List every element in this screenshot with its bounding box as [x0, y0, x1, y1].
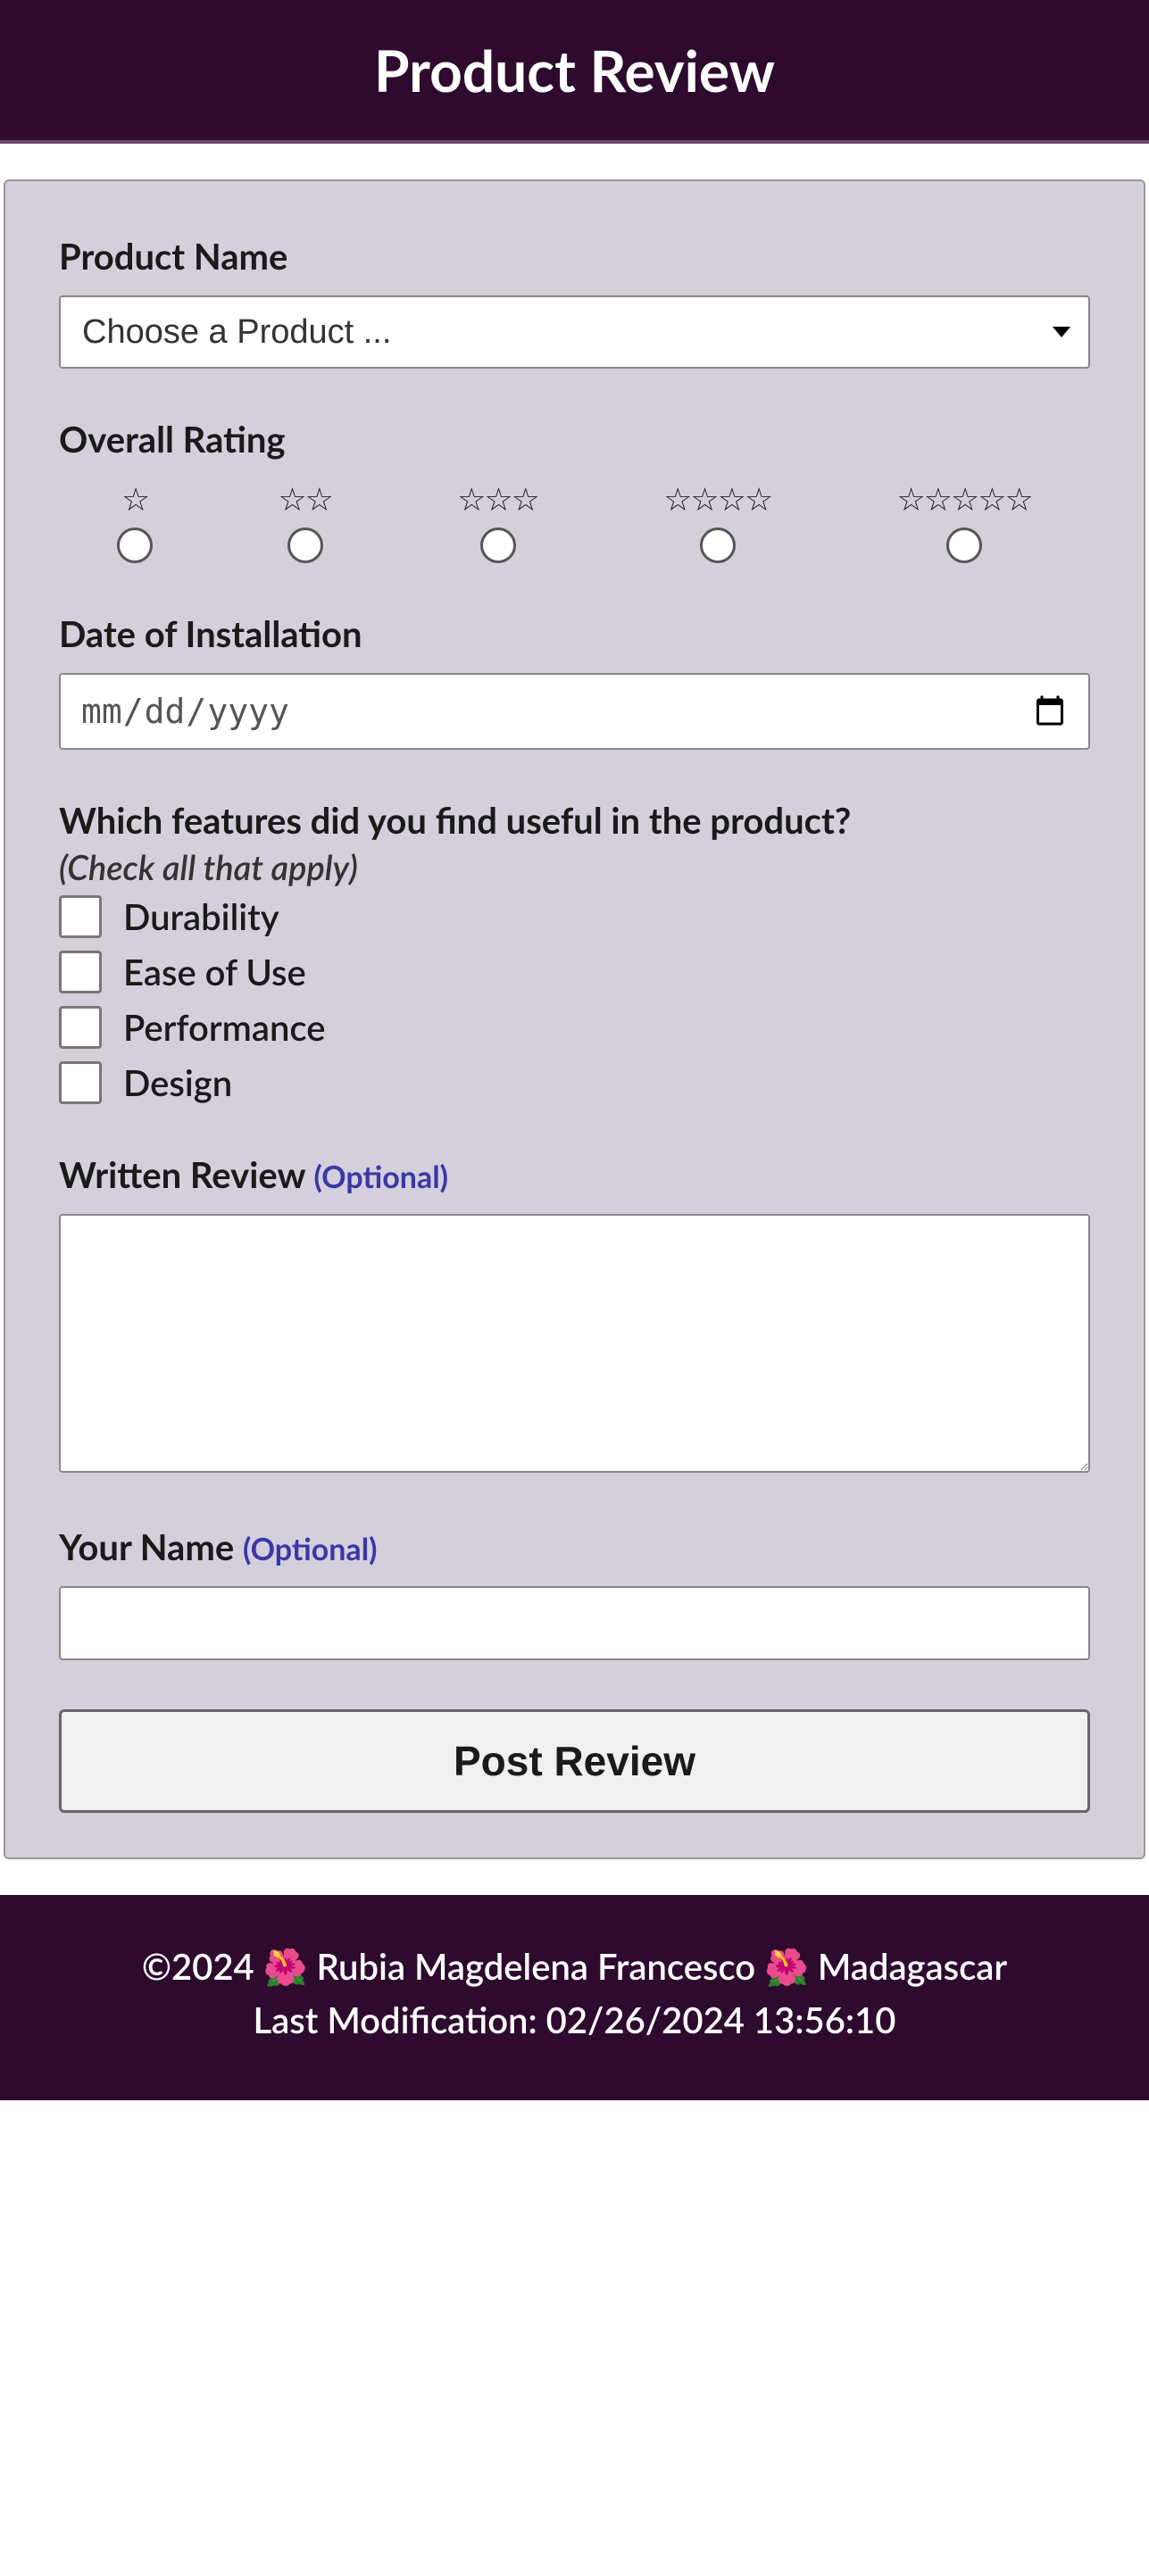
- feature-label-performance: Performance: [123, 1006, 325, 1049]
- rating-radio-4[interactable]: [700, 528, 736, 563]
- rating-radio-3[interactable]: [480, 528, 516, 563]
- feature-checkbox-performance[interactable]: [59, 1006, 102, 1049]
- stars-1-icon: ☆: [121, 478, 148, 519]
- main-content: Product Name Choose a Product ... Overal…: [0, 144, 1149, 1895]
- feature-row-performance: Performance: [59, 1006, 1090, 1049]
- product-name-label: Product Name: [59, 235, 1090, 278]
- feature-label-durability: Durability: [123, 895, 279, 938]
- your-name-group: Your Name (Optional): [59, 1525, 1090, 1660]
- footer-copyright: ©2024 🌺 Rubia Magdelena Francesco 🌺 Mada…: [27, 1940, 1122, 1993]
- features-subtext: (Check all that apply): [59, 847, 1090, 888]
- install-date-input[interactable]: [59, 673, 1090, 750]
- review-form: Product Name Choose a Product ... Overal…: [4, 179, 1145, 1859]
- install-date-group: Date of Installation: [59, 612, 1090, 750]
- feature-label-design: Design: [123, 1061, 232, 1104]
- rating-radio-1[interactable]: [117, 528, 153, 563]
- rating-option-3: ☆☆☆: [457, 478, 538, 563]
- footer-modified: Last Modification: 02/26/2024 13:56:10: [27, 1993, 1122, 2047]
- rating-radio-5[interactable]: [946, 528, 982, 563]
- stars-4-icon: ☆☆☆☆: [663, 478, 771, 519]
- your-name-input[interactable]: [59, 1586, 1090, 1660]
- your-name-optional: (Optional): [243, 1531, 378, 1567]
- overall-rating-label: Overall Rating: [59, 418, 1090, 461]
- rating-option-4: ☆☆☆☆: [663, 478, 771, 563]
- page-title: Product Review: [18, 36, 1131, 104]
- feature-checkbox-design[interactable]: [59, 1061, 102, 1104]
- feature-row-durability: Durability: [59, 895, 1090, 938]
- feature-row-design: Design: [59, 1061, 1090, 1104]
- feature-checkbox-durability[interactable]: [59, 895, 102, 938]
- features-label: Which features did you find useful in th…: [59, 799, 1090, 842]
- stars-5-icon: ☆☆☆☆☆: [896, 478, 1031, 519]
- overall-rating-group: Overall Rating ☆ ☆☆ ☆☆☆ ☆☆☆☆: [59, 418, 1090, 563]
- product-name-group: Product Name Choose a Product ...: [59, 235, 1090, 369]
- stars-2-icon: ☆☆: [278, 478, 332, 519]
- written-review-group: Written Review (Optional): [59, 1153, 1090, 1476]
- written-review-label: Written Review (Optional): [59, 1153, 1090, 1196]
- product-select[interactable]: Choose a Product ...: [59, 295, 1090, 369]
- post-review-button[interactable]: Post Review: [59, 1709, 1090, 1813]
- rating-option-5: ☆☆☆☆☆: [896, 478, 1031, 563]
- feature-checkbox-ease[interactable]: [59, 951, 102, 993]
- rating-options-row: ☆ ☆☆ ☆☆☆ ☆☆☆☆ ☆☆☆☆☆: [59, 478, 1090, 563]
- page-header: Product Review: [0, 0, 1149, 144]
- stars-3-icon: ☆☆☆: [457, 478, 538, 519]
- feature-row-ease: Ease of Use: [59, 951, 1090, 993]
- your-name-label: Your Name (Optional): [59, 1525, 1090, 1568]
- rating-option-1: ☆: [117, 478, 153, 563]
- install-date-label: Date of Installation: [59, 612, 1090, 655]
- rating-option-2: ☆☆: [278, 478, 332, 563]
- feature-label-ease: Ease of Use: [123, 951, 306, 993]
- written-review-textarea[interactable]: [59, 1214, 1090, 1473]
- written-review-optional: (Optional): [313, 1159, 448, 1195]
- rating-radio-2[interactable]: [287, 528, 323, 563]
- page-footer: ©2024 🌺 Rubia Magdelena Francesco 🌺 Mada…: [0, 1895, 1149, 2100]
- features-group: Which features did you find useful in th…: [59, 799, 1090, 1104]
